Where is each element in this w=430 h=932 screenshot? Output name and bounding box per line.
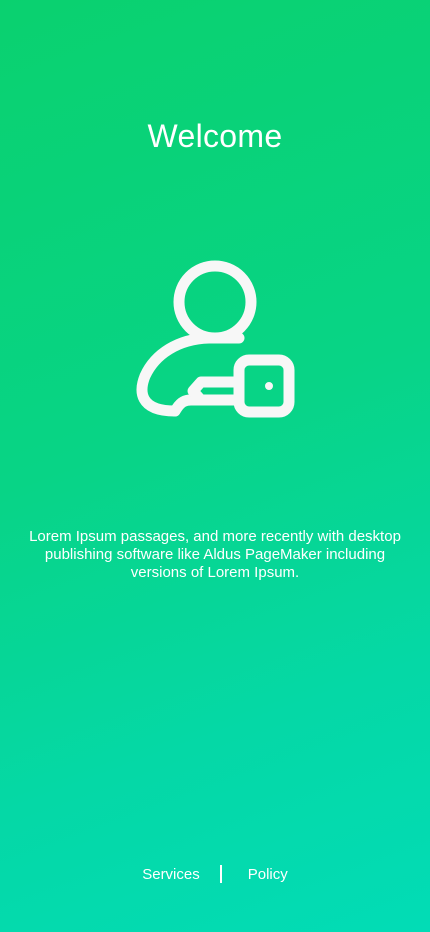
user-key-icon <box>133 256 297 420</box>
services-link[interactable]: Services <box>142 866 200 883</box>
footer-links: Services Policy <box>0 862 430 886</box>
policy-link[interactable]: Policy <box>248 866 288 883</box>
page-title: Welcome <box>147 118 283 154</box>
description-text: Lorem Ipsum passages, and more recently … <box>29 528 401 581</box>
footer-divider <box>219 865 222 883</box>
welcome-screen: Welcome Lorem Ipsum passages, and more r… <box>0 0 430 932</box>
